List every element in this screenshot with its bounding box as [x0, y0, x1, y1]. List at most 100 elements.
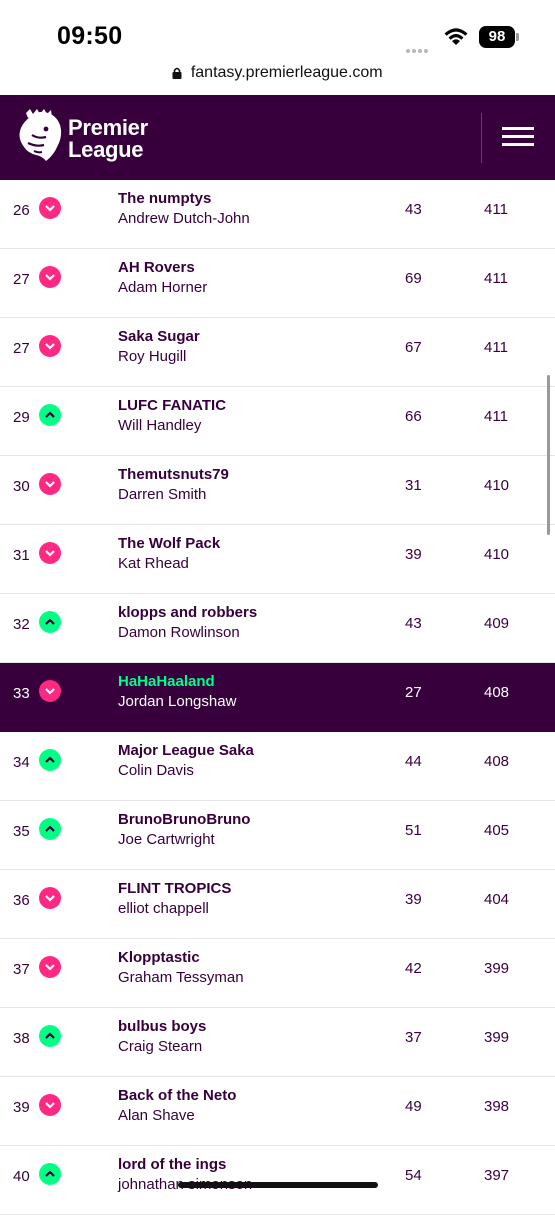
team-name[interactable]: Klopptastic: [118, 949, 200, 966]
rank-up-icon: [39, 749, 61, 771]
wifi-icon: [444, 28, 468, 45]
team-name[interactable]: klopps and robbers: [118, 604, 257, 621]
team-name[interactable]: BrunoBrunoBruno: [118, 811, 250, 828]
team-name[interactable]: Back of the Neto: [118, 1087, 236, 1104]
team-name[interactable]: The Wolf Pack: [118, 535, 220, 552]
brand-line-2: League: [68, 137, 144, 162]
manager-name: Craig Stearn: [118, 1038, 203, 1055]
rank-up-icon: [39, 1025, 61, 1047]
rank: 27: [13, 271, 30, 288]
rank-up-icon: [39, 611, 61, 633]
table-row[interactable]: 35 BrunoBrunoBruno Joe Cartwright 51 405: [0, 801, 555, 870]
rank: 34: [13, 754, 30, 771]
team-name[interactable]: Themutsnuts79: [118, 466, 229, 483]
rank-down-icon: [39, 542, 61, 564]
table-row[interactable]: 27 Saka Sugar Roy Hugill 67 411: [0, 318, 555, 387]
site-header: Premier League: [0, 95, 555, 180]
manager-name: elliot chappell: [118, 900, 209, 917]
table-row[interactable]: 26 The numptys Andrew Dutch-John 43 411: [0, 180, 555, 249]
signal-icon: [406, 40, 430, 58]
gameweek-points: 37: [405, 1029, 422, 1046]
gameweek-points: 42: [405, 960, 422, 977]
table-row[interactable]: 29 LUFC FANATIC Will Handley 66 411: [0, 387, 555, 456]
table-row[interactable]: 39 Back of the Neto Alan Shave 49 398: [0, 1077, 555, 1146]
table-row[interactable]: 40lord of the ingsjohnathan simonson5439…: [0, 1146, 555, 1215]
team-name[interactable]: Saka Sugar: [118, 328, 200, 345]
total-points: 411: [484, 270, 508, 287]
gameweek-points: 49: [405, 1098, 422, 1115]
scrollbar[interactable]: [547, 375, 550, 535]
table-row[interactable]: 30 Themutsnuts79 Darren Smith 31 410: [0, 456, 555, 525]
gameweek-points: 31: [405, 477, 422, 494]
total-points: 397: [484, 1167, 510, 1184]
total-points: 410: [484, 546, 510, 563]
total-points: 411: [484, 339, 508, 356]
total-points: 408: [484, 684, 510, 701]
address-bar[interactable]: fantasy.premierleague.com: [0, 64, 555, 94]
rank-down-icon: [39, 956, 61, 978]
total-points: 404: [484, 891, 510, 908]
rank: 40: [13, 1168, 30, 1185]
rank: 30: [13, 478, 30, 495]
table-row[interactable]: 31 The Wolf Pack Kat Rhead 39 410: [0, 525, 555, 594]
status-bar: 09:50 98: [0, 0, 555, 64]
manager-name: Adam Horner: [118, 279, 208, 296]
rank: 26: [13, 202, 30, 219]
league-standings-table: 26 The numptys Andrew Dutch-John 43 411 27 AH …: [0, 180, 555, 1215]
total-points: 399: [484, 1029, 510, 1046]
table-row[interactable]: 27 AH Rovers Adam Horner 69 411: [0, 249, 555, 318]
total-points: 411: [484, 201, 508, 218]
total-points: 410: [484, 477, 510, 494]
table-row[interactable]: 32 klopps and robbers Damon Rowlinson 43 409: [0, 594, 555, 663]
battery-icon: 98: [479, 26, 515, 48]
hamburger-menu-icon[interactable]: [502, 127, 534, 147]
total-points: 408: [484, 753, 510, 770]
gameweek-points: 39: [405, 546, 422, 563]
rank-down-icon: [39, 197, 61, 219]
table-row[interactable]: 33 HaHaHaaland Jordan Longshaw 27 408: [0, 663, 555, 732]
team-name[interactable]: AH Rovers: [118, 259, 195, 276]
team-name[interactable]: Major League Saka: [118, 742, 254, 759]
team-name[interactable]: LUFC FANATIC: [118, 397, 226, 414]
rank-up-icon: [39, 404, 61, 426]
rank-down-icon: [39, 680, 61, 702]
rank: 27: [13, 340, 30, 357]
rank: 37: [13, 961, 30, 978]
gameweek-points: 43: [405, 201, 422, 218]
total-points: 409: [484, 615, 510, 632]
brand-line-1: Premier: [68, 115, 148, 140]
rank-up-icon: [39, 1163, 61, 1185]
team-name[interactable]: lord of the ings: [118, 1156, 226, 1173]
status-time: 09:50: [57, 22, 123, 50]
gameweek-points: 51: [405, 822, 422, 839]
lock-icon: [172, 67, 182, 79]
rank: 36: [13, 892, 30, 909]
manager-name: Jordan Longshaw: [118, 693, 237, 710]
rank: 39: [13, 1099, 30, 1116]
manager-name: Alan Shave: [118, 1107, 195, 1124]
home-indicator[interactable]: [178, 1182, 378, 1188]
table-row[interactable]: 38 bulbus boys Craig Stearn 37 399: [0, 1008, 555, 1077]
rank-down-icon: [39, 1094, 61, 1116]
rank: 31: [13, 547, 30, 564]
gameweek-points: 27: [405, 684, 422, 701]
manager-name: Darren Smith: [118, 486, 207, 503]
team-name[interactable]: HaHaHaaland: [118, 673, 215, 690]
manager-name: Colin Davis: [118, 762, 194, 779]
team-name[interactable]: The numptys: [118, 190, 211, 207]
team-name[interactable]: bulbus boys: [118, 1018, 206, 1035]
table-row[interactable]: 36 FLINT TROPICS elliot chappell 39 404: [0, 870, 555, 939]
gameweek-points: 43: [405, 615, 422, 632]
premier-league-lion-logo[interactable]: [16, 109, 64, 165]
table-row[interactable]: 34 Major League Saka Colin Davis 44 408: [0, 732, 555, 801]
premier-league-wordmark: Premier League: [68, 117, 148, 161]
manager-name: Joe Cartwright: [118, 831, 215, 848]
rank-up-icon: [39, 818, 61, 840]
gameweek-points: 44: [405, 753, 422, 770]
team-name[interactable]: FLINT TROPICS: [118, 880, 231, 897]
gameweek-points: 67: [405, 339, 422, 356]
battery-tip: [516, 33, 519, 41]
table-row[interactable]: 37 Klopptastic Graham Tessyman 42 399: [0, 939, 555, 1008]
manager-name: Andrew Dutch-John: [118, 210, 250, 227]
gameweek-points: 39: [405, 891, 422, 908]
